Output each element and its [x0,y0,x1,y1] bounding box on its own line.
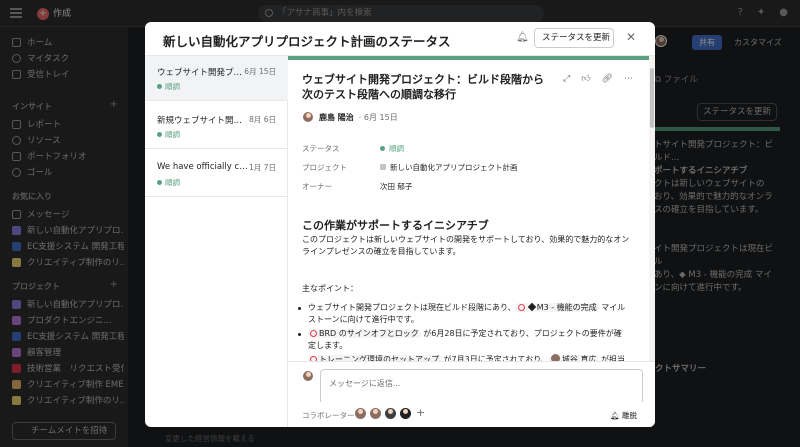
task-icon [517,304,525,311]
chevron-down-icon: ▾ [602,34,606,42]
project-icon [380,164,386,170]
status-badge: 順調 [157,81,180,92]
section-body: このプロジェクトは新しいウェブサイトの開発をサポートしており、効果的で魅力的なオ… [302,235,630,256]
avatar[interactable] [354,407,367,420]
owner-value[interactable]: 次田 郁子 [380,181,412,192]
status-badge: 順調 [380,143,404,154]
list-item[interactable]: ウェブサイト開発プロジ... 6月 15日 順調 [145,56,288,101]
status-color-bar [288,56,649,60]
collaborators-label: コラボレーター [302,411,355,420]
link-icon[interactable]: 🔗︎ [602,74,613,84]
task-icon [310,330,317,337]
status-badge: 順調 [157,129,180,140]
project-link[interactable]: 新しい自動化アプリプロジェクト計画 [380,162,518,173]
add-collaborator-icon[interactable]: + [416,406,425,419]
milestone-chip[interactable]: M3 - 機能の完成 [515,302,599,312]
list-item[interactable]: We have officially complet... 1月 7日 順調 [145,152,288,197]
close-icon[interactable]: ✕ [626,30,636,44]
status-title: ウェブサイト開発プロジェクト：ビルド段階から次のテスト段階への順調な移行 [302,73,544,101]
status-dot-icon [157,84,162,89]
status-modal: 新しい自動化アプリプロジェクト計画のステータス 🔔︎ ステータスを更新 ▾ ✕ … [145,22,655,427]
status-dot-icon [380,145,385,151]
avatar[interactable] [369,407,382,420]
bullet-item: ウェブサイト開発プロジェクトは現在ビルド段階にあり、 M3 - 機能の完成 マイル… [298,302,628,326]
collaborator-avatars [354,407,412,420]
section-heading: この作業がサポートするイニシアチブ [302,219,489,232]
scrollbar-thumb[interactable] [650,68,654,128]
status-actions: ⤢ 👍︎ 🔗︎ ⋯ [563,74,633,84]
avatar[interactable] [302,111,314,123]
more-icon[interactable]: ⋯ [624,74,633,84]
collaborators-bar: コラボレーター + 🔔︎ 離脱 [288,402,655,427]
milestone-icon [527,302,536,312]
bell-icon: 🔔︎ [610,411,622,420]
status-badge: 順調 [157,177,180,188]
bell-icon[interactable]: 🔔︎ [516,32,529,43]
avatar[interactable] [399,407,412,420]
app-window: + 作成 「アサナ商事」内を検索 ? ✦ ● ホーム マイタスク 受信トレイ イ… [0,0,800,447]
field-project: プロジェクト 新しい自動化アプリプロジェクト計画 [302,162,518,173]
bullet-item: BRD のサインオフとロック が6月28日に予定されており、プロジェクトの要件が… [298,328,628,352]
field-status: ステータス 順調 [302,143,404,154]
like-icon[interactable]: 👍︎ [581,74,590,84]
avatar[interactable] [384,407,397,420]
avatar [302,370,314,382]
expand-icon[interactable]: ⤢ [563,74,570,84]
task-chip[interactable]: BRD のサインオフとロック [308,329,421,338]
list-item[interactable]: 新規ウェブサイト開発プ... 8月 6日 順調 [145,104,288,149]
status-detail: ウェブサイト開発プロジェクト：ビルド段階から次のテスト段階への順調な移行 ⤢ 👍… [288,56,655,427]
update-status-button[interactable]: ステータスを更新 ▾ [534,28,614,48]
status-update-list: ウェブサイト開発プロジ... 6月 15日 順調 新規ウェブサイト開発プ... … [145,56,288,427]
leave-button[interactable]: 🔔︎ 離脱 [610,410,637,421]
field-owner: オーナー 次田 郁子 [302,181,413,192]
status-author: 鹿島 陽治 · 6月 15日 [302,111,398,123]
points-label: 主なポイント： [302,284,358,293]
modal-title: 新しい自動化アプリプロジェクト計画のステータス [163,34,451,49]
status-dot-icon [157,180,162,185]
status-dot-icon [157,132,162,137]
